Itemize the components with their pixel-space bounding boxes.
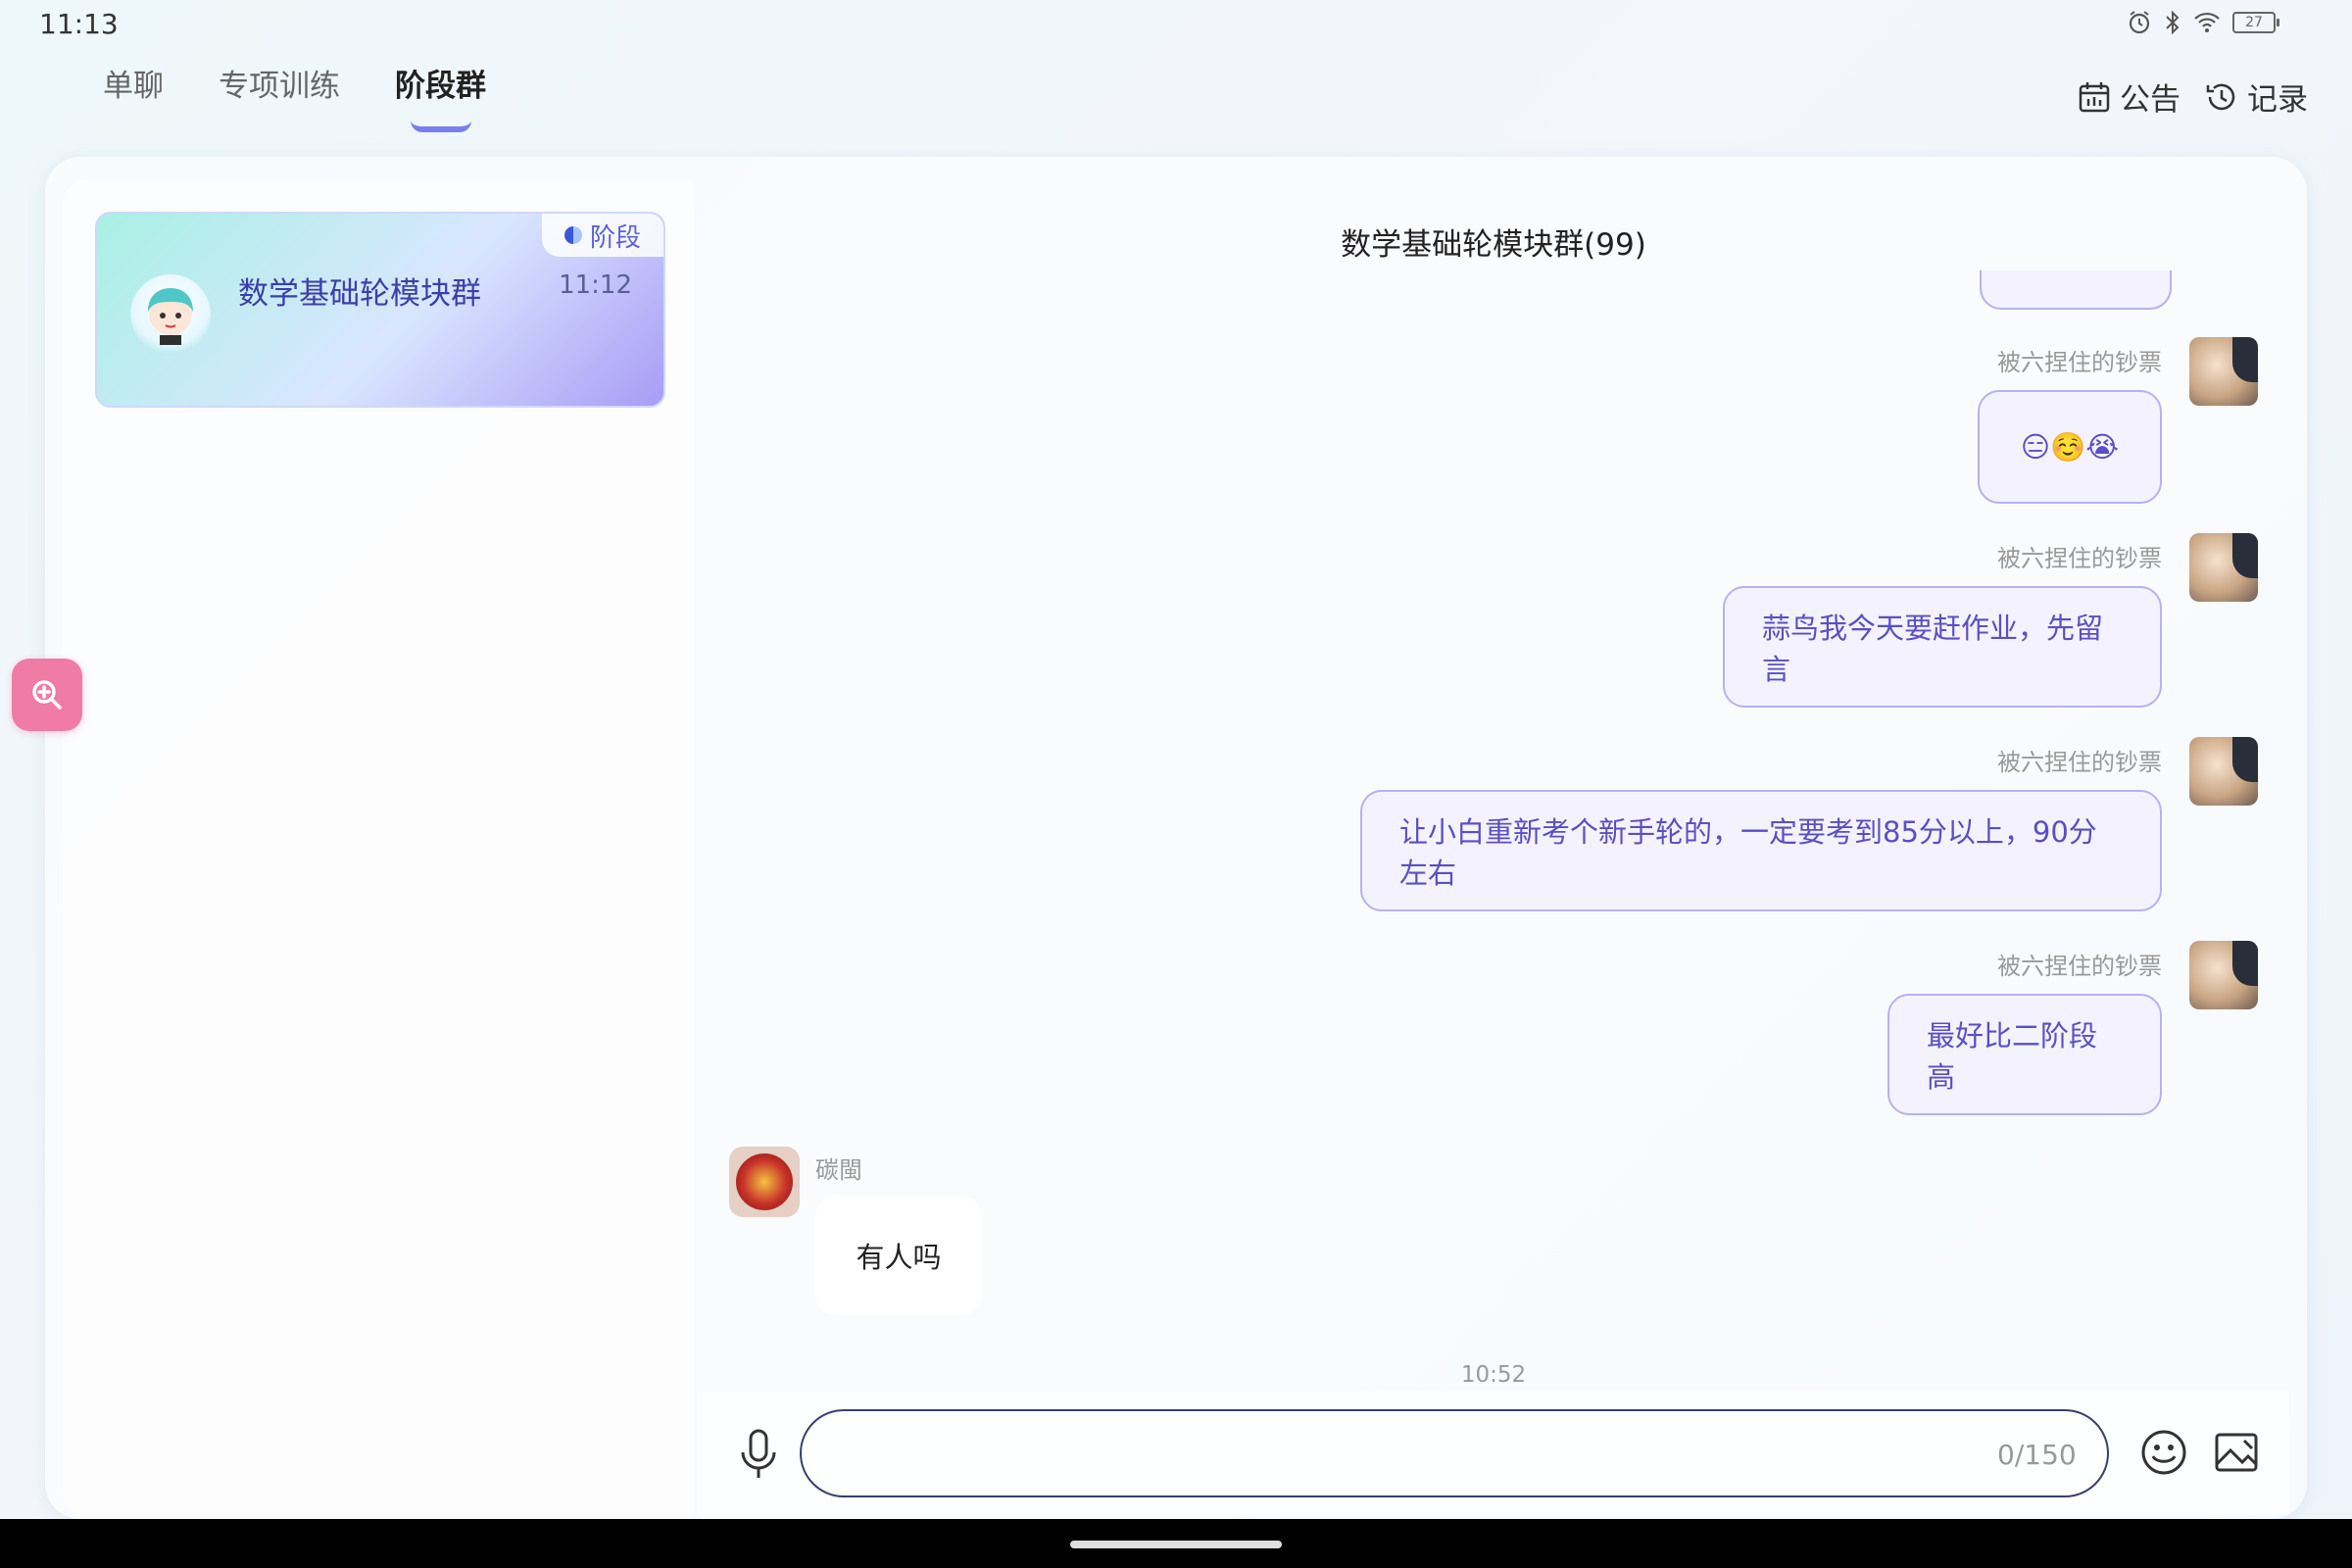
bluetooth-icon: [2166, 10, 2180, 35]
zoom-in-icon: [32, 680, 62, 710]
battery-icon: 27: [2232, 12, 2279, 33]
time-divider: 10:52: [1460, 1362, 1527, 1388]
input-bar: 0/150: [698, 1392, 2289, 1515]
notice-button[interactable]: 公告: [2077, 74, 2180, 119]
microphone-icon: [741, 1429, 776, 1478]
message-sender: 被六捏住的钞票: [1997, 349, 2162, 376]
char-count: 0/150: [1997, 1439, 2077, 1471]
top-tabs: 单聊 专项训练 阶段群: [103, 61, 486, 132]
navigation-bar: [0, 1519, 2352, 1568]
image-icon: [2215, 1433, 2258, 1472]
chat-area: 数学基础轮模块群(99) 被六捏住的钞票 😑☺️😭 被六捏住的钞票 蒜鸟我今天要…: [698, 180, 2289, 1392]
top-actions: 公告 记录: [2077, 74, 2308, 119]
home-handle[interactable]: [1070, 1541, 1282, 1548]
sender-avatar[interactable]: [2189, 337, 2258, 406]
message-sender: 碳閩: [815, 1156, 862, 1184]
sender-avatar[interactable]: [2189, 941, 2258, 1009]
voice-button[interactable]: [733, 1427, 784, 1482]
conversation-time: 11:12: [559, 270, 632, 300]
conversation-item[interactable]: 阶段 数学基础轮模块群 11:12: [95, 212, 665, 408]
group-avatar: [130, 274, 211, 355]
message-sender: 被六捏住的钞票: [1997, 749, 2162, 776]
sender-avatar[interactable]: [2189, 737, 2258, 806]
conversation-name: 数学基础轮模块群: [238, 276, 481, 312]
sender-avatar[interactable]: [2189, 533, 2258, 602]
message-bubble: 蒜鸟我今天要赶作业，先留言: [1723, 586, 2162, 708]
stage-dot-icon: [564, 226, 582, 244]
record-button[interactable]: 记录: [2204, 74, 2308, 119]
emblem-avatar-icon: [736, 1153, 793, 1210]
zoom-button[interactable]: [12, 659, 82, 731]
message-input[interactable]: [800, 1409, 2109, 1497]
wifi-icon: [2194, 12, 2220, 32]
anime-avatar-icon: [148, 288, 193, 345]
status-bar: 11:13 27: [0, 0, 2352, 49]
calendar-icon: [2079, 81, 2110, 112]
tab-special-training[interactable]: 专项训练: [219, 61, 340, 105]
message-bubble: 😑☺️😭: [1978, 390, 2162, 504]
message-bubble: 让小白重新考个新手轮的，一定要考到85分以上，90分左右: [1360, 790, 2162, 911]
image-button[interactable]: [2211, 1427, 2262, 1478]
message-bubble-partial: [1980, 270, 2172, 310]
stage-badge: 阶段: [542, 214, 663, 257]
message-sender: 被六捏住的钞票: [1997, 953, 2162, 980]
sender-avatar[interactable]: [729, 1147, 800, 1217]
status-time: 11:13: [39, 8, 119, 40]
message-sender: 被六捏住的钞票: [1997, 545, 2162, 572]
history-icon: [2206, 83, 2235, 110]
tab-stage-group[interactable]: 阶段群: [395, 61, 486, 132]
message-bubble: 有人吗: [815, 1196, 982, 1315]
status-icons: 27: [2127, 10, 2279, 35]
alarm-icon: [2129, 11, 2150, 34]
emoji-button[interactable]: [2138, 1427, 2189, 1478]
message-bubble: 最好比二阶段高: [1887, 994, 2162, 1115]
chat-title: 数学基础轮模块群(99): [1341, 227, 1646, 263]
tab-active-indicator: [410, 121, 471, 132]
tab-single-chat[interactable]: 单聊: [103, 61, 164, 105]
smiley-icon: [2141, 1430, 2186, 1475]
